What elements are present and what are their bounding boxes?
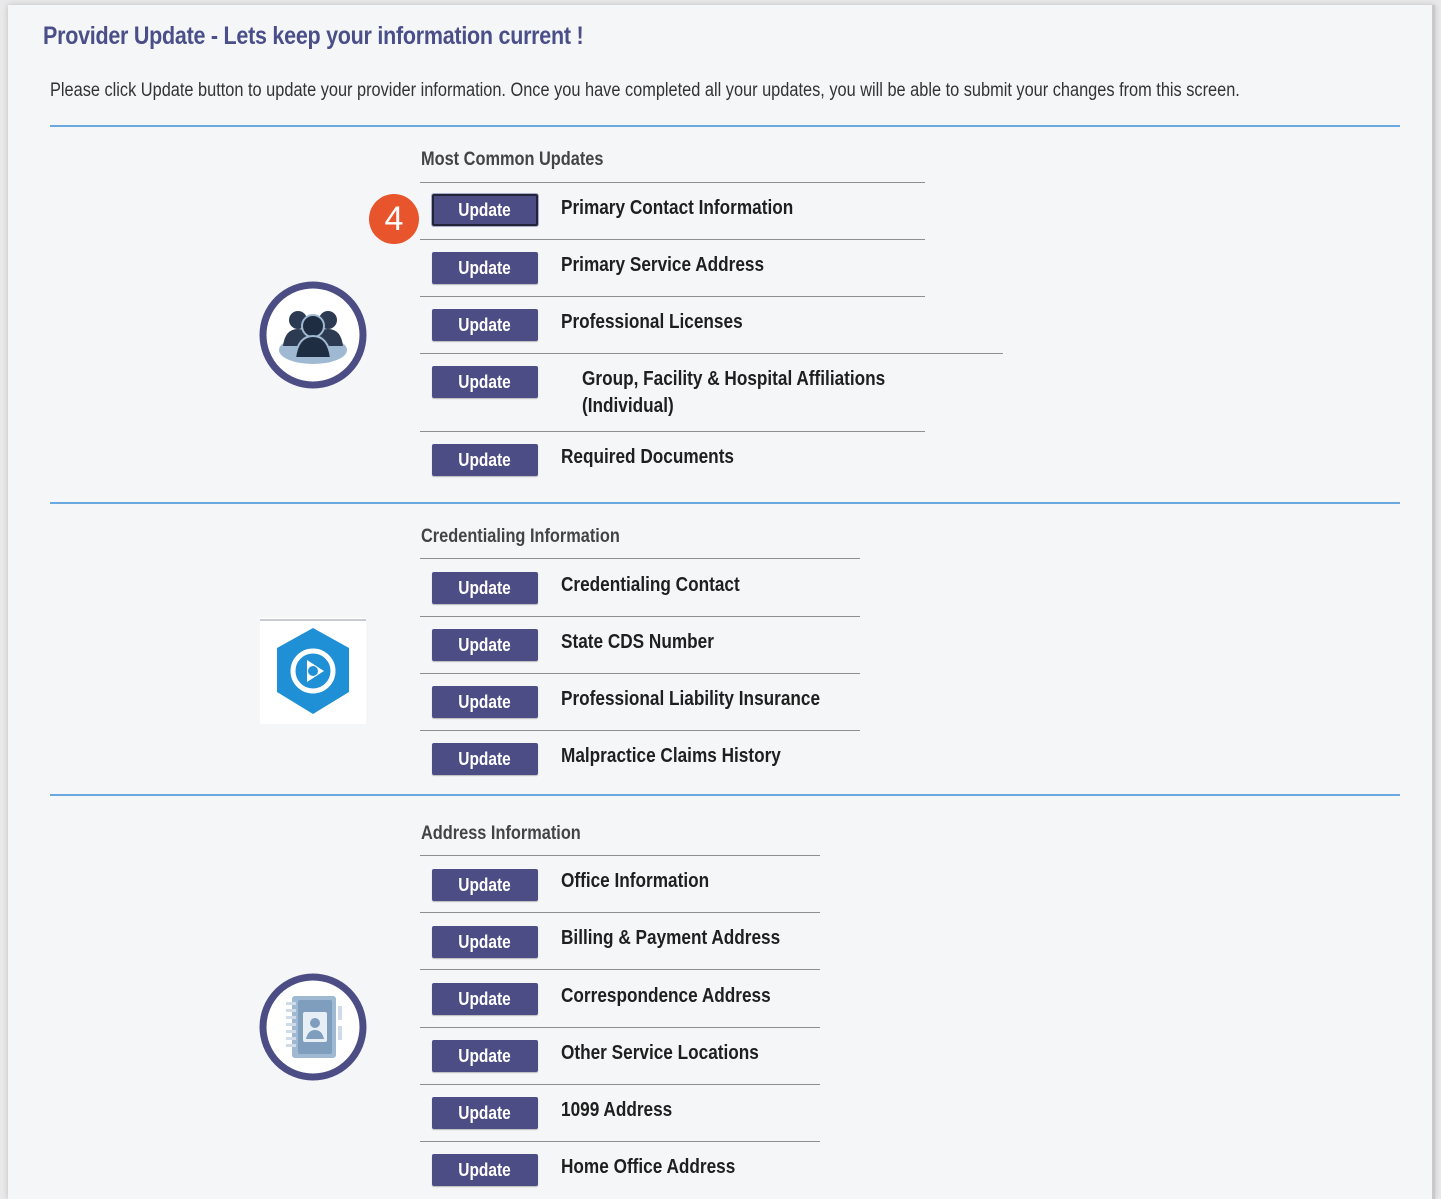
update-credentialing-contact-button[interactable]: Update bbox=[432, 572, 538, 604]
item-label-required-documents: Required Documents bbox=[561, 446, 734, 468]
provider-update-panel bbox=[8, 5, 1435, 1199]
page-title: Provider Update - Lets keep your informa… bbox=[43, 22, 584, 50]
item-label-home-office: Home Office Address bbox=[561, 1156, 736, 1178]
row-separator bbox=[420, 1084, 820, 1085]
instructions-text: Please click Update button to update you… bbox=[50, 80, 1240, 101]
update-home-office-button[interactable]: Update bbox=[432, 1154, 538, 1186]
row-separator bbox=[420, 969, 820, 970]
update-billing-payment-button[interactable]: Update bbox=[432, 926, 538, 958]
item-label-primary-contact: Primary Contact Information bbox=[561, 197, 794, 219]
update-professional-licenses-button[interactable]: Update bbox=[432, 309, 538, 341]
row-separator bbox=[420, 296, 925, 297]
item-label-liability-insurance: Professional Liability Insurance bbox=[561, 688, 821, 710]
update-1099-address-button[interactable]: Update bbox=[432, 1097, 538, 1129]
row-separator bbox=[420, 1027, 820, 1028]
item-label-office-information: Office Information bbox=[561, 870, 710, 892]
row-separator bbox=[420, 353, 1003, 354]
update-office-information-button[interactable]: Update bbox=[432, 869, 538, 901]
item-label-1099-address: 1099 Address bbox=[561, 1099, 673, 1121]
row-separator bbox=[420, 1141, 820, 1142]
row-separator bbox=[420, 730, 860, 731]
section-divider bbox=[50, 794, 1400, 796]
address-book-icon bbox=[259, 973, 367, 1081]
group-icon bbox=[259, 281, 367, 389]
section-title-most-common: Most Common Updates bbox=[421, 149, 604, 170]
update-liability-insurance-button[interactable]: Update bbox=[432, 686, 538, 718]
item-label-correspondence: Correspondence Address bbox=[561, 985, 771, 1007]
update-malpractice-history-button[interactable]: Update bbox=[432, 743, 538, 775]
step-badge: 4 bbox=[369, 194, 419, 244]
row-separator bbox=[420, 431, 925, 432]
row-separator bbox=[420, 182, 925, 183]
row-separator bbox=[420, 239, 925, 240]
item-label-affiliations-line2: (Individual) bbox=[582, 395, 674, 417]
item-label-affiliations: Group, Facility & Hospital Affiliations bbox=[582, 368, 886, 390]
row-separator bbox=[420, 616, 860, 617]
update-affiliations-button[interactable]: Update bbox=[432, 366, 538, 398]
item-label-professional-licenses: Professional Licenses bbox=[561, 311, 743, 333]
row-separator bbox=[420, 855, 820, 856]
row-separator bbox=[420, 673, 860, 674]
section-title-credentialing: Credentialing Information bbox=[421, 526, 620, 547]
section-divider bbox=[50, 125, 1400, 127]
update-primary-service-address-button[interactable]: Update bbox=[432, 252, 538, 284]
item-label-credentialing-contact: Credentialing Contact bbox=[561, 574, 740, 596]
item-label-other-locations: Other Service Locations bbox=[561, 1042, 759, 1064]
update-state-cds-button[interactable]: Update bbox=[432, 629, 538, 661]
item-label-primary-service-address: Primary Service Address bbox=[561, 254, 765, 276]
row-separator bbox=[420, 558, 860, 559]
row-separator bbox=[420, 912, 820, 913]
update-other-locations-button[interactable]: Update bbox=[432, 1040, 538, 1072]
update-correspondence-button[interactable]: Update bbox=[432, 983, 538, 1015]
section-divider bbox=[50, 502, 1400, 504]
update-primary-contact-button[interactable]: Update bbox=[432, 194, 538, 226]
section-title-address: Address Information bbox=[421, 823, 581, 844]
update-required-documents-button[interactable]: Update bbox=[432, 444, 538, 476]
item-label-malpractice-history: Malpractice Claims History bbox=[561, 745, 781, 767]
item-label-billing-payment: Billing & Payment Address bbox=[561, 927, 781, 949]
item-label-state-cds: State CDS Number bbox=[561, 631, 714, 653]
credentialing-hexagon-icon bbox=[260, 618, 366, 724]
